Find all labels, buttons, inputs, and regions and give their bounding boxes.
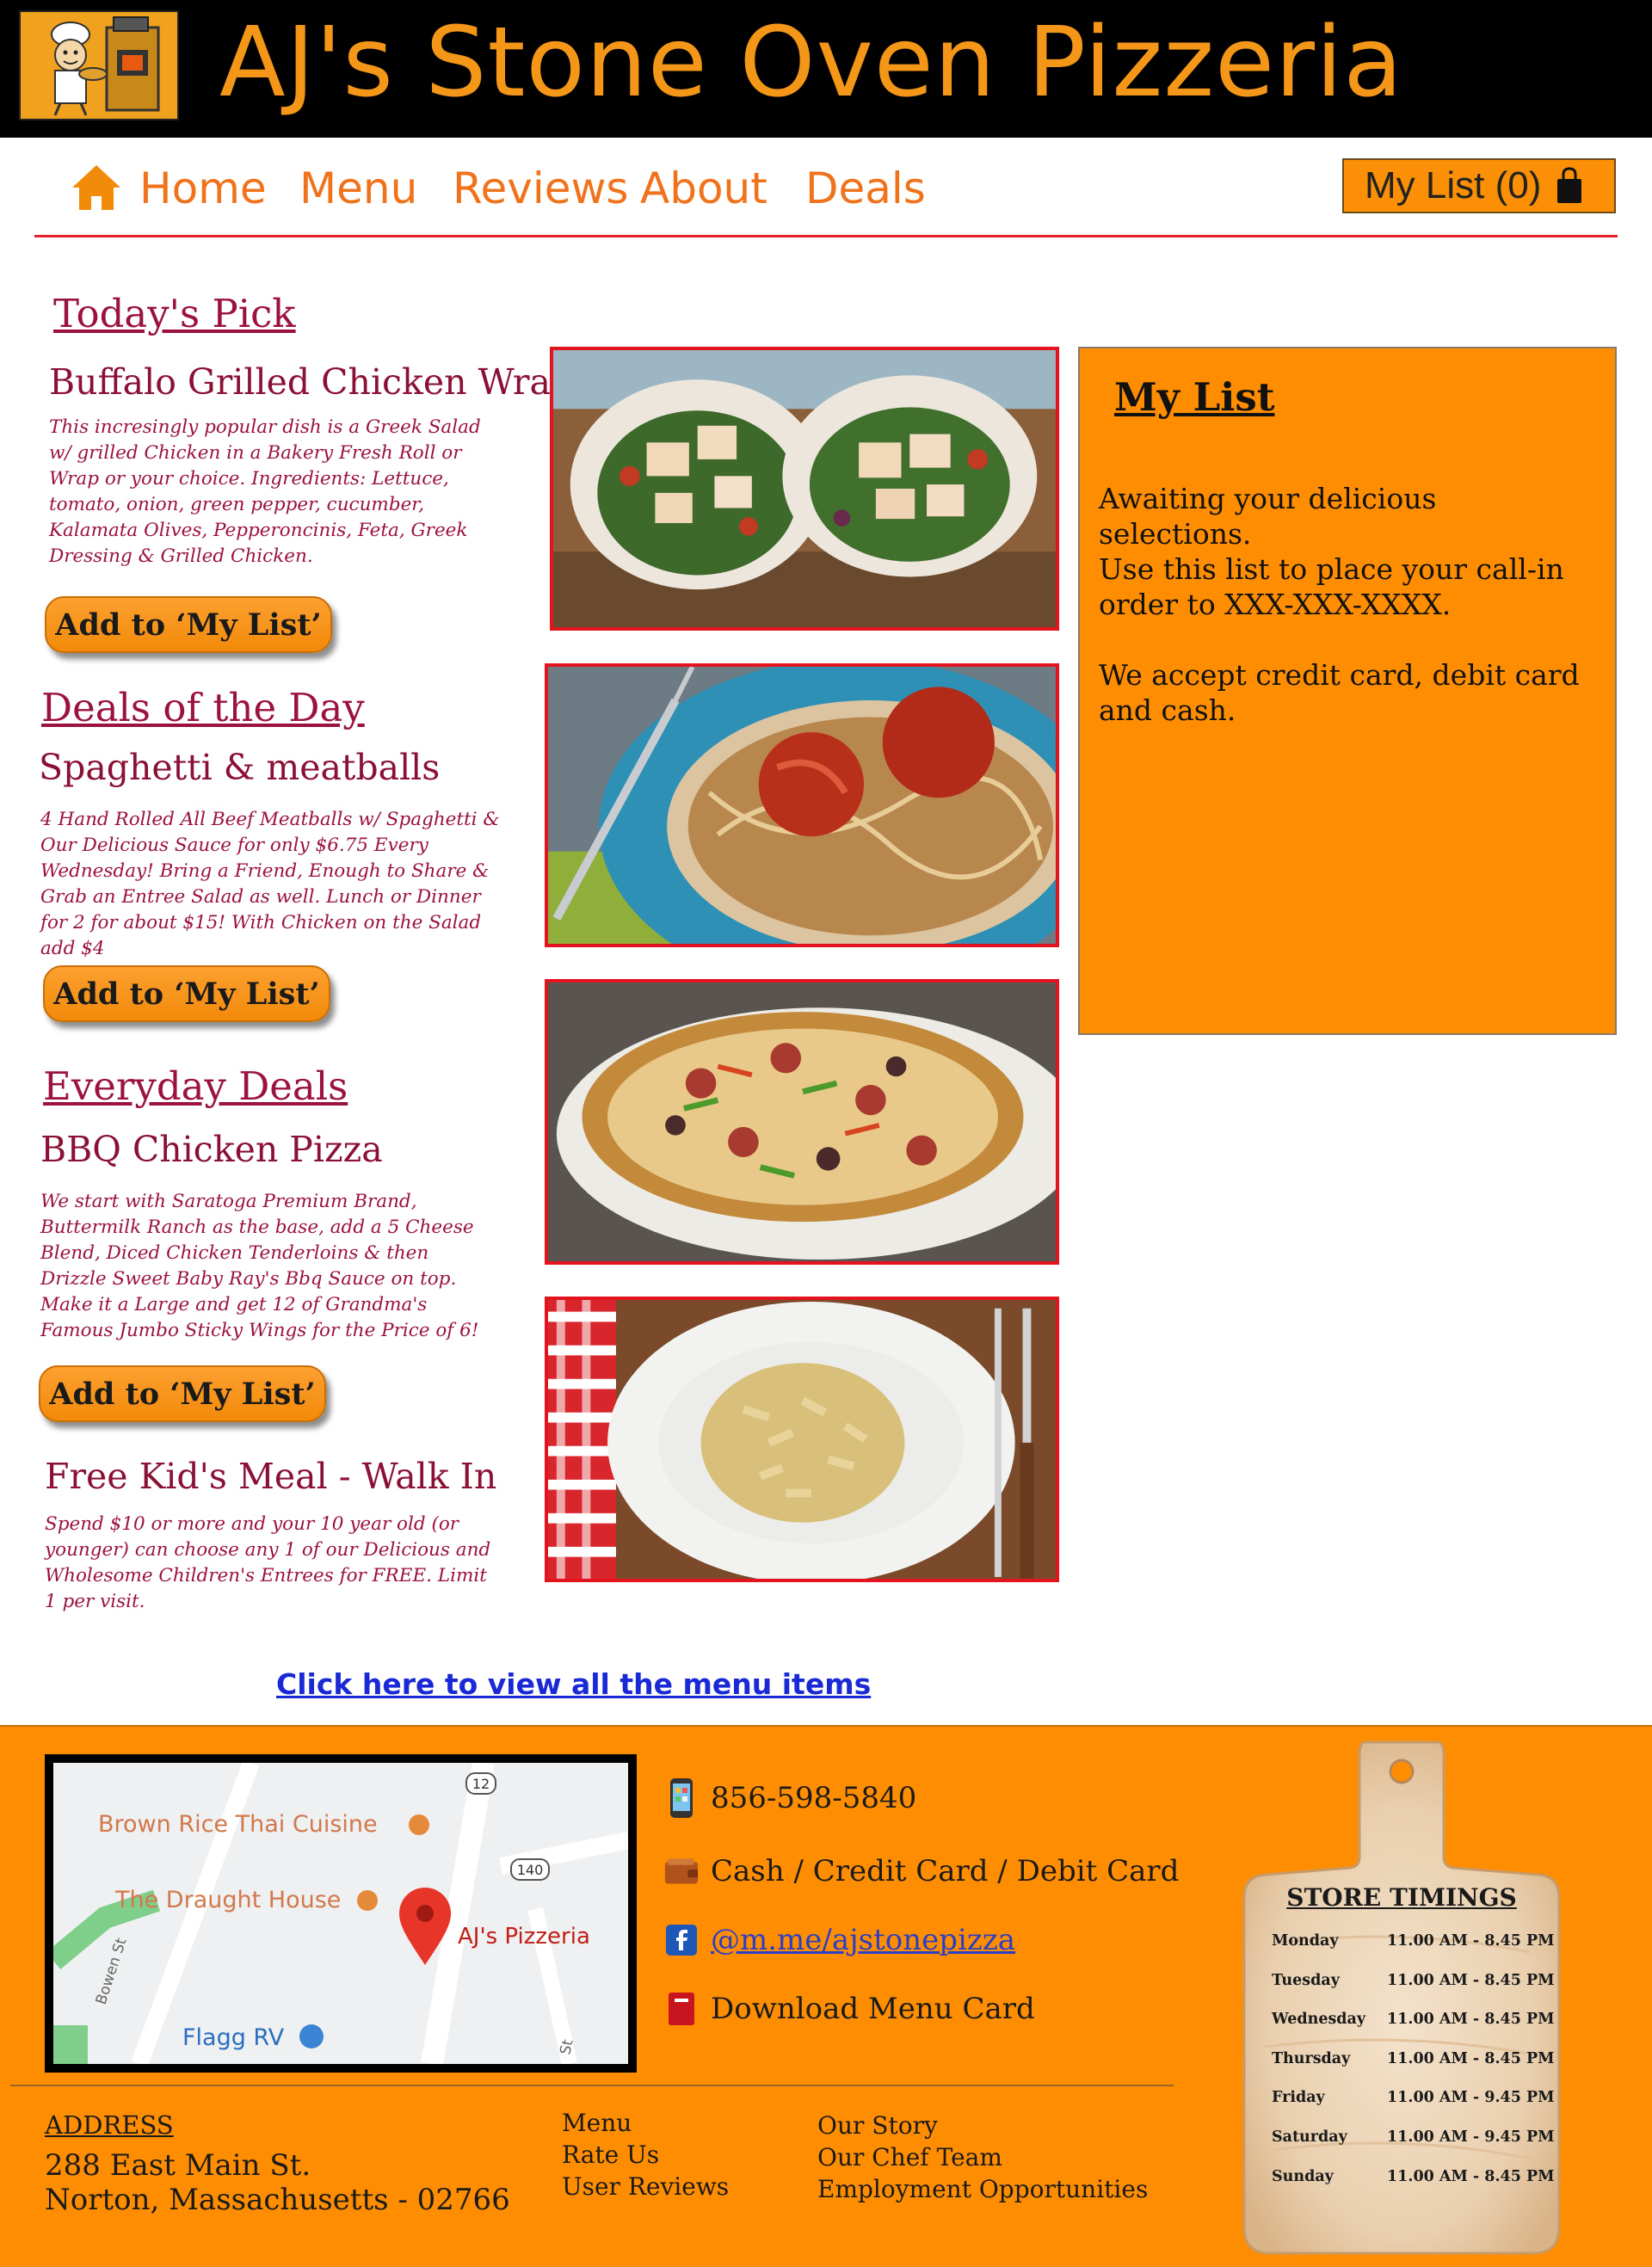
footer-link-chef-team[interactable]: Our Chef Team <box>817 2143 1002 2172</box>
nav-reviews[interactable]: Reviews <box>453 163 628 213</box>
map-label-ajs: AJ's Pizzeria <box>458 1924 590 1950</box>
my-list-button[interactable]: My List (0) <box>1342 158 1616 213</box>
footer-link-rate-us[interactable]: Rate Us <box>562 2141 659 2169</box>
nav-home[interactable]: Home <box>139 163 267 213</box>
timing-day: Tuesday <box>1272 1972 1340 1989</box>
todays-pick-title: Buffalo Grilled Chicken Wrap <box>49 361 574 403</box>
wallet-icon <box>664 1851 699 1891</box>
my-list-panel: My List Awaiting your delicious selectio… <box>1078 347 1617 1035</box>
payment-methods: Cash / Credit Card / Debit Card <box>711 1854 1180 1888</box>
payment-info: Cash / Credit Card / Debit Card <box>664 1851 1179 1891</box>
facebook-link[interactable]: @m.me/ajstonepizza <box>711 1923 1015 1957</box>
download-menu-card[interactable]: Download Menu Card <box>664 1989 1035 2029</box>
download-menu-label: Download Menu Card <box>711 1992 1035 2026</box>
add-to-list-button-wrap[interactable]: Add to ‘My List’ <box>45 596 332 653</box>
store-timings-heading: STORE TIMINGS <box>1286 1883 1517 1912</box>
everyday-deals-title: BBQ Chicken Pizza <box>40 1129 383 1170</box>
phone-icon <box>664 1778 699 1818</box>
site-header: AJ's Stone Oven Pizzeria <box>0 0 1652 138</box>
timing-hours: 11.00 AM - 9.45 PM <box>1387 2089 1555 2106</box>
footer-divider <box>10 2085 1174 2086</box>
kids-meal-title: Free Kid's Meal - Walk In <box>45 1456 497 1497</box>
everyday-deals-heading: Everyday Deals <box>43 1063 348 1109</box>
main-nav: Home Menu Reviews About Deals My List (0… <box>34 138 1618 237</box>
chef-oven-logo[interactable] <box>19 10 179 120</box>
my-list-status: Awaiting your delicious selections. <box>1099 482 1437 551</box>
timing-day: Friday <box>1272 2089 1325 2106</box>
footer-link-employment[interactable]: Employment Opportunities <box>817 2175 1148 2203</box>
location-map[interactable]: 12 140 Brown Rice Thai Cuisine The Draug… <box>45 1754 637 2073</box>
add-to-list-button-pizza[interactable]: Add to ‘My List’ <box>39 1365 326 1422</box>
address-line-1: 288 East Main St. <box>45 2148 311 2183</box>
timing-hours: 11.00 AM - 9.45 PM <box>1387 2128 1555 2146</box>
timing-day: Sunday <box>1272 2168 1334 2185</box>
timing-day: Thursday <box>1272 2050 1351 2067</box>
address-heading: ADDRESS <box>45 2110 174 2140</box>
nav-deals[interactable]: Deals <box>805 163 926 213</box>
everyday-deals-description: We start with Saratoga Premium Brand, Bu… <box>40 1191 479 1341</box>
timing-day: Monday <box>1272 1932 1339 1950</box>
bbq-pizza-photo <box>545 979 1059 1265</box>
todays-pick-description: This incresingly popular dish is a Greek… <box>49 416 481 567</box>
my-list-count-label: My List (0) <box>1365 164 1542 206</box>
view-all-menu-link[interactable]: Click here to view all the menu items <box>276 1667 871 1701</box>
nav-about[interactable]: About <box>640 163 767 213</box>
footer-link-menu[interactable]: Menu <box>562 2109 632 2137</box>
timing-day: Saturday <box>1272 2128 1347 2146</box>
spaghetti-meatballs-photo <box>545 663 1059 947</box>
timing-hours: 11.00 AM - 8.45 PM <box>1387 2050 1555 2067</box>
timing-hours: 11.00 AM - 8.45 PM <box>1387 1932 1555 1950</box>
timing-hours: 11.00 AM - 8.45 PM <box>1387 2011 1555 2028</box>
home-icon[interactable] <box>69 162 124 213</box>
shopping-bag-icon <box>1557 167 1582 203</box>
address-line-2: Norton, Massachusetts - 02766 <box>45 2183 510 2217</box>
route-140-label: 140 <box>517 1862 544 1878</box>
route-12-label: 12 <box>472 1776 490 1792</box>
site-footer: 12 140 Brown Rice Thai Cuisine The Draug… <box>0 1725 1652 2267</box>
footer-link-our-story[interactable]: Our Story <box>817 2111 938 2140</box>
timing-day: Wednesday <box>1272 2011 1366 2028</box>
menu-card-icon <box>664 1989 699 2029</box>
todays-pick-heading: Today's Pick <box>53 291 296 336</box>
site-title: AJ's Stone Oven Pizzeria <box>219 7 1403 119</box>
map-label-draught: The Draught House <box>114 1887 341 1913</box>
my-list-payment-note: We accept credit card, debit card and ca… <box>1099 658 1580 727</box>
deals-of-day-title: Spaghetti & meatballs <box>39 747 441 788</box>
timing-hours: 11.00 AM - 8.45 PM <box>1387 2168 1555 2185</box>
deals-of-day-heading: Deals of the Day <box>41 685 365 730</box>
penne-pasta-photo <box>545 1297 1059 1582</box>
phone-number: 856-598-5840 <box>711 1781 917 1815</box>
my-list-instructions: Use this list to place your call-in orde… <box>1099 552 1564 621</box>
nav-menu[interactable]: Menu <box>299 163 417 213</box>
deals-of-day-description: 4 Hand Rolled All Beef Meatballs w/ Spag… <box>40 809 500 959</box>
phone-contact[interactable]: 856-598-5840 <box>664 1778 916 1818</box>
facebook-icon <box>664 1920 699 1960</box>
map-label-thai: Brown Rice Thai Cuisine <box>98 1811 378 1838</box>
add-to-list-button-spaghetti[interactable]: Add to ‘My List’ <box>43 965 330 1022</box>
facebook-contact[interactable]: @m.me/ajstonepizza <box>664 1920 1015 1960</box>
kids-meal-description: Spend $10 or more and your 10 year old (… <box>45 1513 491 1612</box>
map-label-flagg: Flagg RV <box>182 2024 285 2051</box>
chicken-wrap-photo <box>550 347 1059 631</box>
my-list-title: My List <box>1114 374 1275 420</box>
timing-hours: 11.00 AM - 8.45 PM <box>1387 1972 1555 1989</box>
footer-link-user-reviews[interactable]: User Reviews <box>562 2172 729 2201</box>
